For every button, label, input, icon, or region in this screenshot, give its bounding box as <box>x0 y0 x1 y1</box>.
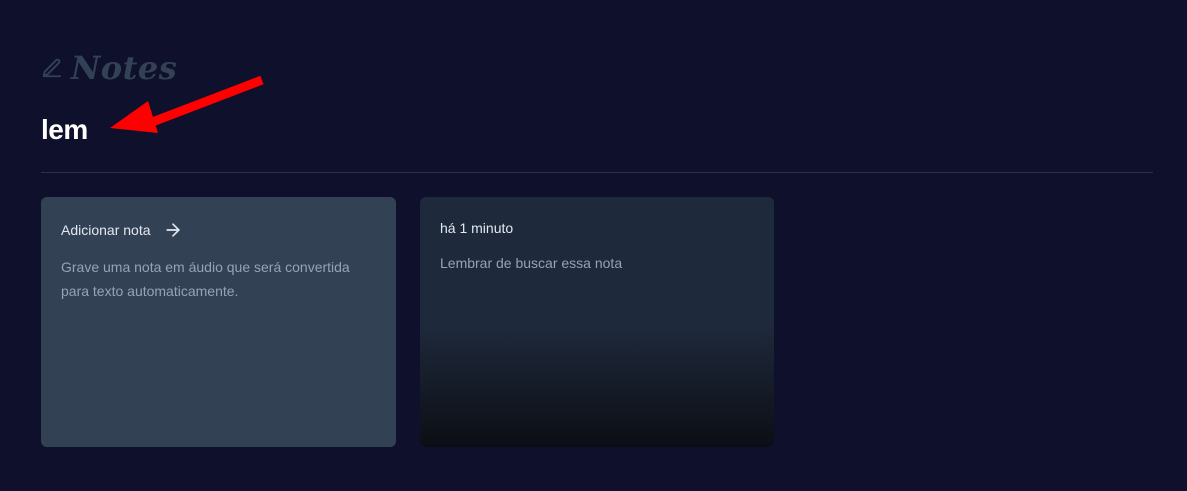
red-arrow-icon <box>110 75 264 133</box>
add-note-title: Adicionar nota <box>61 222 151 238</box>
divider <box>41 172 1153 173</box>
app-root: Notes Adicionar nota Grave uma nota em á… <box>0 0 1187 491</box>
add-note-card[interactable]: Adicionar nota Grave uma nota em áudio q… <box>41 197 396 447</box>
note-content: Lembrar de buscar essa nota <box>440 255 623 271</box>
arrow-right-icon <box>165 223 180 237</box>
pen-icon <box>42 58 62 78</box>
add-note-header: Adicionar nota <box>61 220 376 240</box>
note-card[interactable]: há 1 minuto Lembrar de buscar essa nota <box>420 197 774 447</box>
add-note-description: Grave uma nota em áudio que será convert… <box>61 259 350 299</box>
note-date: há 1 minuto <box>440 220 514 236</box>
